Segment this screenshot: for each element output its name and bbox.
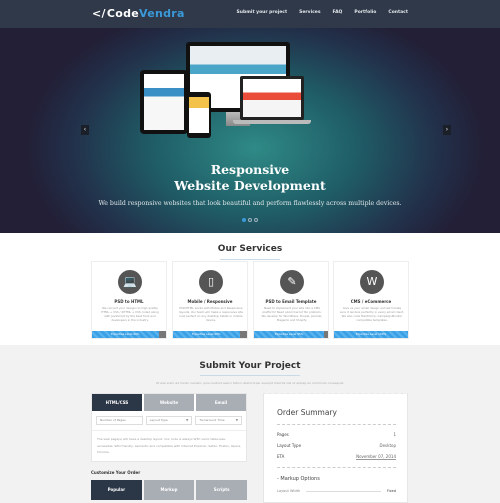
tab-popular[interactable]: Popular <box>91 480 142 500</box>
service-title: PSD to HTML <box>114 299 144 304</box>
laptop-image <box>240 76 304 120</box>
service-card: W CMS / eCommerce Give us your email des… <box>333 261 409 339</box>
laptop-base <box>233 120 311 124</box>
service-title: CMS / eCommerce <box>350 299 392 304</box>
nav-submit[interactable]: Submit your project <box>237 10 288 15</box>
tab-email[interactable]: Email <box>196 394 246 411</box>
nav-services[interactable]: Services <box>299 10 320 15</box>
submit-section: Submit Your Project Ut wisi enim ad mini… <box>0 345 500 503</box>
expertise-fill: Expertise Level 90% <box>173 331 240 338</box>
tab-markup[interactable]: Markup <box>143 480 195 500</box>
service-title: Mobile / Responsive <box>187 299 233 304</box>
layout-type-label: Layout Type <box>149 418 168 422</box>
logo-text-accent: Vendra <box>139 7 185 20</box>
divider <box>277 467 396 468</box>
nav-contact[interactable]: Contact <box>388 10 408 15</box>
order-title: Order Summary <box>277 408 337 417</box>
divider <box>200 375 300 376</box>
service-desc: Need to implement your site into a CMS p… <box>261 306 323 322</box>
row-value: Fixed <box>386 489 396 493</box>
row-value: Desktop <box>379 443 397 448</box>
phone-image <box>187 92 211 138</box>
layout-width-row: Layout Width Fixed <box>277 489 396 493</box>
pages-input[interactable]: Number of Pages <box>96 416 143 425</box>
service-card: 💻 PSD to HTML We convert your designs to… <box>91 261 167 339</box>
order-summary: Order Summary Pages 1 Layout Type Desktop … <box>263 391 408 503</box>
top-nav: </CodeVendra Submit your project Service… <box>0 0 500 28</box>
wordpress-icon: W <box>360 270 384 294</box>
turnaround-label: Turnaround Time <box>199 418 225 422</box>
expertise-bar: Expertise Level 90% <box>92 331 166 338</box>
services-section: Our Services 💻 PSD to HTML We convert yo… <box>0 233 500 345</box>
project-form: HTML/CSS Website Email Number of Pages L… <box>91 393 247 462</box>
turnaround-select[interactable]: Turnaround Time ▼ <box>195 416 243 425</box>
customize-heading: Customize Your Order <box>91 470 141 475</box>
tab-scripts[interactable]: Scripts <box>196 480 248 500</box>
service-card: ▯ Mobile / Responsive PSD/HTML works wit… <box>172 261 248 339</box>
slider-dots <box>242 218 258 222</box>
row-value: 1 <box>393 432 396 437</box>
submit-title: Submit Your Project <box>199 361 301 371</box>
layout-note: The web page(s) will have a desktop layo… <box>92 430 246 461</box>
service-desc: PSD/HTML works with Mobile and Responsiv… <box>179 306 243 322</box>
hero-title-1: Responsive <box>210 162 290 177</box>
markup-options-toggle[interactable]: - Markup Options <box>277 476 320 482</box>
eta-date[interactable]: November 07, 2014 <box>356 454 396 460</box>
expertise-bar: Expertise Level 90% <box>173 331 247 338</box>
row-label: Layout Type <box>277 443 302 448</box>
next-arrow-icon[interactable]: › <box>443 125 451 135</box>
hero-subtitle: We build responsive websites that look b… <box>98 200 402 207</box>
pages-placeholder: Number of Pages <box>100 418 126 422</box>
chevron-down-icon: ▼ <box>235 418 239 422</box>
nav-portfolio[interactable]: Portfolio <box>354 10 376 15</box>
tab-html-css[interactable]: HTML/CSS <box>92 394 142 411</box>
row-label: Layout Width <box>277 489 301 493</box>
logo-text: Code <box>106 7 140 20</box>
laptop-icon: 💻 <box>118 270 142 294</box>
expertise-fill: Expertise Level 100% <box>334 331 408 338</box>
expertise-bar: Expertise Level 95% <box>254 331 328 338</box>
row-label: Pages <box>277 432 289 437</box>
submit-subtitle: Ut wisi enim ad minim veniam, quis nostr… <box>155 381 345 385</box>
hero-title-2: Website Development <box>174 178 326 193</box>
prev-arrow-icon[interactable]: ‹ <box>81 125 89 135</box>
mobile-icon: ▯ <box>199 270 223 294</box>
expertise-fill: Expertise Level 95% <box>254 331 325 338</box>
divider <box>220 259 280 260</box>
chevron-down-icon: ▼ <box>186 418 189 422</box>
logo-icon: </ <box>92 7 106 20</box>
service-card: ✎ PSD to Email Template Need to implemen… <box>253 261 329 339</box>
service-desc: We convert your designs to high quality … <box>101 306 159 322</box>
row-label: ETA <box>277 454 285 459</box>
slider-dot[interactable] <box>248 218 252 222</box>
layout-type-select[interactable]: Layout Type ▼ <box>145 416 193 425</box>
expertise-bar: Expertise Level 100% <box>334 331 408 338</box>
zigzag-edge <box>264 391 407 397</box>
pencil-icon: ✎ <box>280 270 304 294</box>
services-title: Our Services <box>217 244 283 254</box>
service-desc: Give us your email design and we'll make… <box>340 306 404 322</box>
tab-website[interactable]: Website <box>144 394 194 411</box>
order-row-layout: Layout Type Desktop <box>277 443 396 448</box>
divider <box>277 424 396 425</box>
slider-dot[interactable] <box>254 218 258 222</box>
order-row-pages: Pages 1 <box>277 432 396 437</box>
expertise-fill: Expertise Level 90% <box>92 331 159 338</box>
service-title: PSD to Email Template <box>265 299 317 304</box>
tablet-image <box>140 70 188 134</box>
order-row-eta: ETA November 07, 2014 <box>277 454 396 460</box>
nav-faq[interactable]: FAQ <box>333 10 343 15</box>
slider-dot[interactable] <box>242 218 246 222</box>
hero-slider: ‹ › Responsive Website Development We bu… <box>0 28 500 233</box>
logo[interactable]: </CodeVendra <box>92 7 185 20</box>
